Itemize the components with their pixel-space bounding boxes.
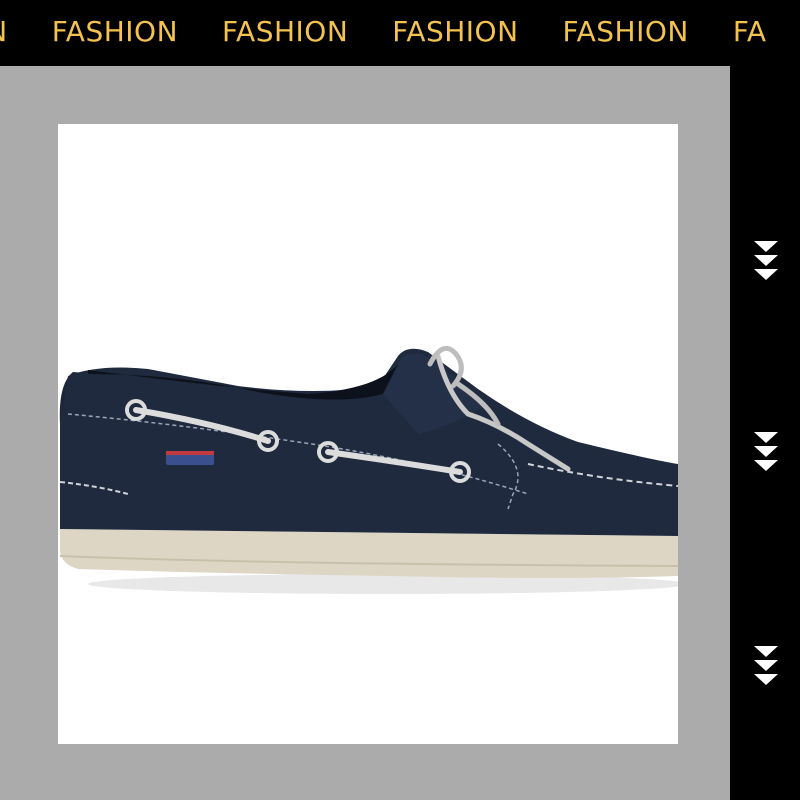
scroll-down-icon[interactable] <box>752 238 780 284</box>
banner-text-track: ION FASHION FASHION FASHION FASHION FA <box>0 15 800 48</box>
scroll-down-icon[interactable] <box>752 643 780 689</box>
banner-word: FASHION <box>562 15 689 48</box>
boat-shoe-image <box>59 345 678 594</box>
product-photo <box>58 124 678 744</box>
banner-word: FASHION <box>222 15 349 48</box>
banner-word: FASHION <box>392 15 519 48</box>
banner-word: FASHION <box>51 15 179 48</box>
side-rail <box>730 66 800 800</box>
product-panel <box>0 66 730 800</box>
fashion-banner: ION FASHION FASHION FASHION FASHION FA <box>0 0 800 66</box>
banner-word: ION <box>0 15 8 48</box>
scroll-down-icon[interactable] <box>752 429 780 475</box>
banner-word: FA <box>732 15 767 48</box>
